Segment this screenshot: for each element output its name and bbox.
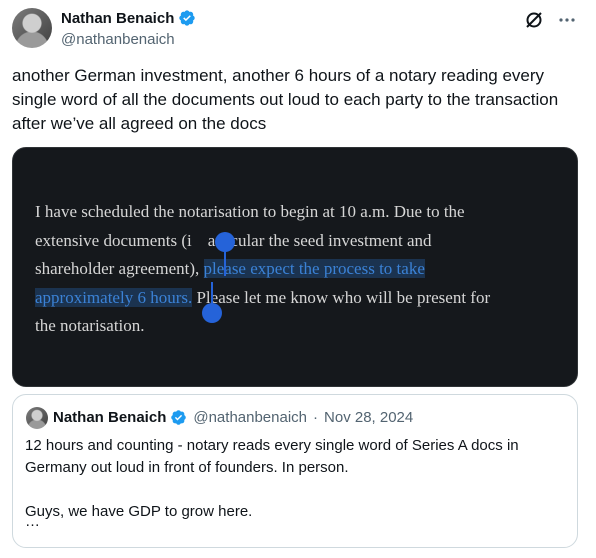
tweet-text: another German investment, another 6 hou… (12, 66, 559, 133)
doc-line-3: shareholder agreement), please expect th… (35, 259, 425, 278)
quoted-paragraph-2: Guys, we have GDP to grow here. (25, 503, 253, 520)
doc-line-1: I have scheduled the notarisation to beg… (35, 202, 465, 221)
avatar[interactable] (12, 8, 52, 48)
quoted-tweet[interactable]: Nathan Benaich @nathanbenaich · Nov 28, … (12, 394, 578, 548)
author-name-row: Nathan Benaich (61, 9, 196, 27)
quoted-header: Nathan Benaich @nathanbenaich · Nov 28, … (53, 409, 413, 426)
quoted-avatar (26, 407, 48, 429)
quoted-text: 12 hours and counting - notary reads eve… (25, 435, 570, 523)
quoted-paragraph-1: 12 hours and counting - notary reads eve… (25, 437, 519, 476)
more-options-icon[interactable] (558, 11, 576, 29)
quoted-date: Nov 28, 2024 (324, 409, 414, 426)
selection-end-handle[interactable] (202, 303, 222, 323)
doc-line-4: approximately 6 hours. Please let me kno… (35, 287, 491, 307)
header-actions (524, 10, 576, 30)
verified-badge-icon[interactable] (178, 9, 196, 27)
grok-icon[interactable] (524, 10, 544, 30)
quoted-handle: @nathanbenaich (193, 409, 308, 426)
selected-text: please expect the process to take (203, 259, 425, 278)
author-name[interactable]: Nathan Benaich (61, 10, 174, 27)
verified-badge-icon (170, 409, 187, 426)
quoted-separator: · (313, 409, 319, 426)
tweet-media-image[interactable]: I have scheduled the notarisation to beg… (12, 147, 578, 387)
author-handle[interactable]: @nathanbenaich (61, 31, 175, 48)
doc-line-2: extensive documents (i articular the seed… (35, 230, 432, 250)
quoted-ellipsis: … (25, 513, 40, 530)
document-text: I have scheduled the notarisation to beg… (35, 198, 565, 341)
quoted-author-name: Nathan Benaich (53, 409, 167, 426)
selection-start-bar (224, 248, 226, 276)
selected-text: approximately 6 hours. (35, 287, 193, 307)
doc-line-5: the notarisation. (35, 316, 145, 335)
